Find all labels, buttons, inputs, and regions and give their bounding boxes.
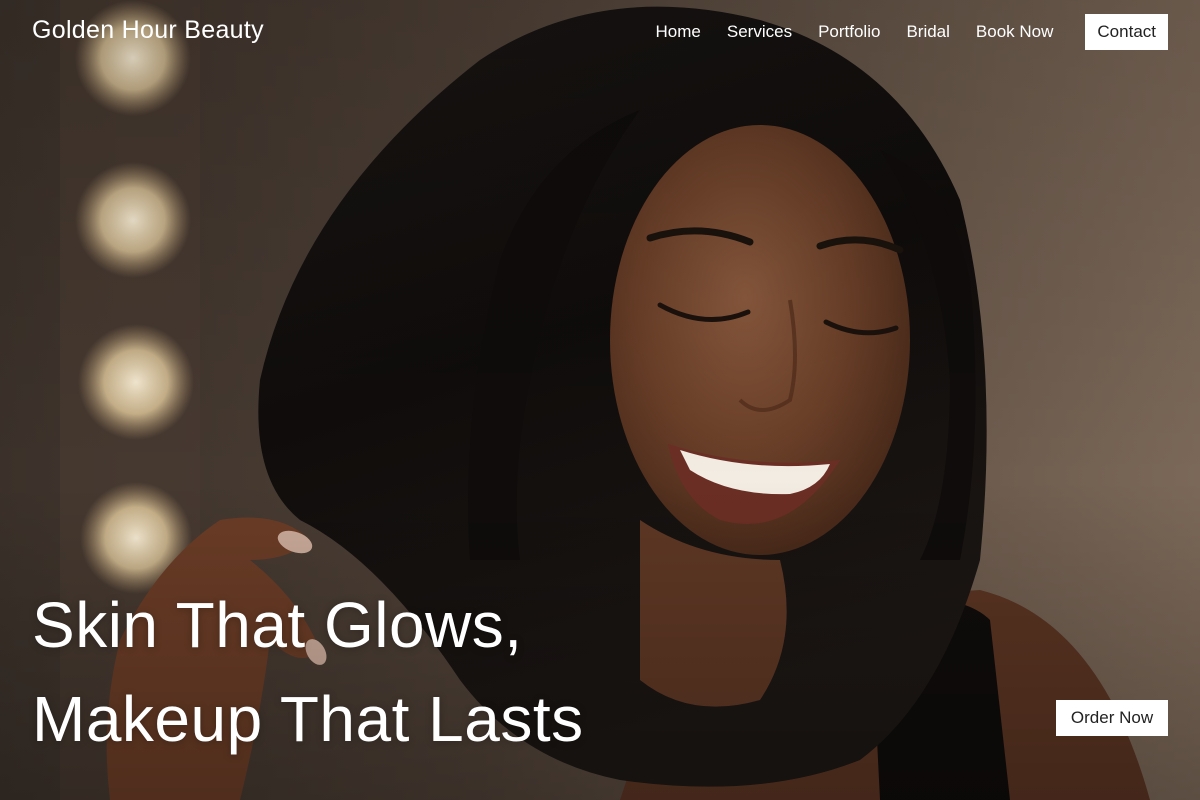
order-now-button[interactable]: Order Now [1056, 700, 1168, 736]
nav-services-link[interactable]: Services [727, 22, 792, 42]
nav-portfolio-link[interactable]: Portfolio [818, 22, 880, 42]
nav-home-link[interactable]: Home [656, 22, 701, 42]
landing-page: Golden Hour Beauty Home Services Portfol… [0, 0, 1200, 800]
hero-headline-line-2: Makeup That Lasts [32, 683, 584, 755]
hero-headline-line-1: Skin That Glows, [32, 589, 523, 661]
main-nav: Home Services Portfolio Bridal Book Now … [656, 14, 1168, 50]
hero-headline: Skin That Glows, Makeup That Lasts [32, 578, 584, 766]
site-header: Golden Hour Beauty Home Services Portfol… [0, 0, 1200, 64]
contact-button[interactable]: Contact [1085, 14, 1168, 50]
nav-book-now-link[interactable]: Book Now [976, 22, 1053, 42]
nav-bridal-link[interactable]: Bridal [906, 22, 949, 42]
brand-logo-link[interactable]: Golden Hour Beauty [32, 16, 264, 45]
